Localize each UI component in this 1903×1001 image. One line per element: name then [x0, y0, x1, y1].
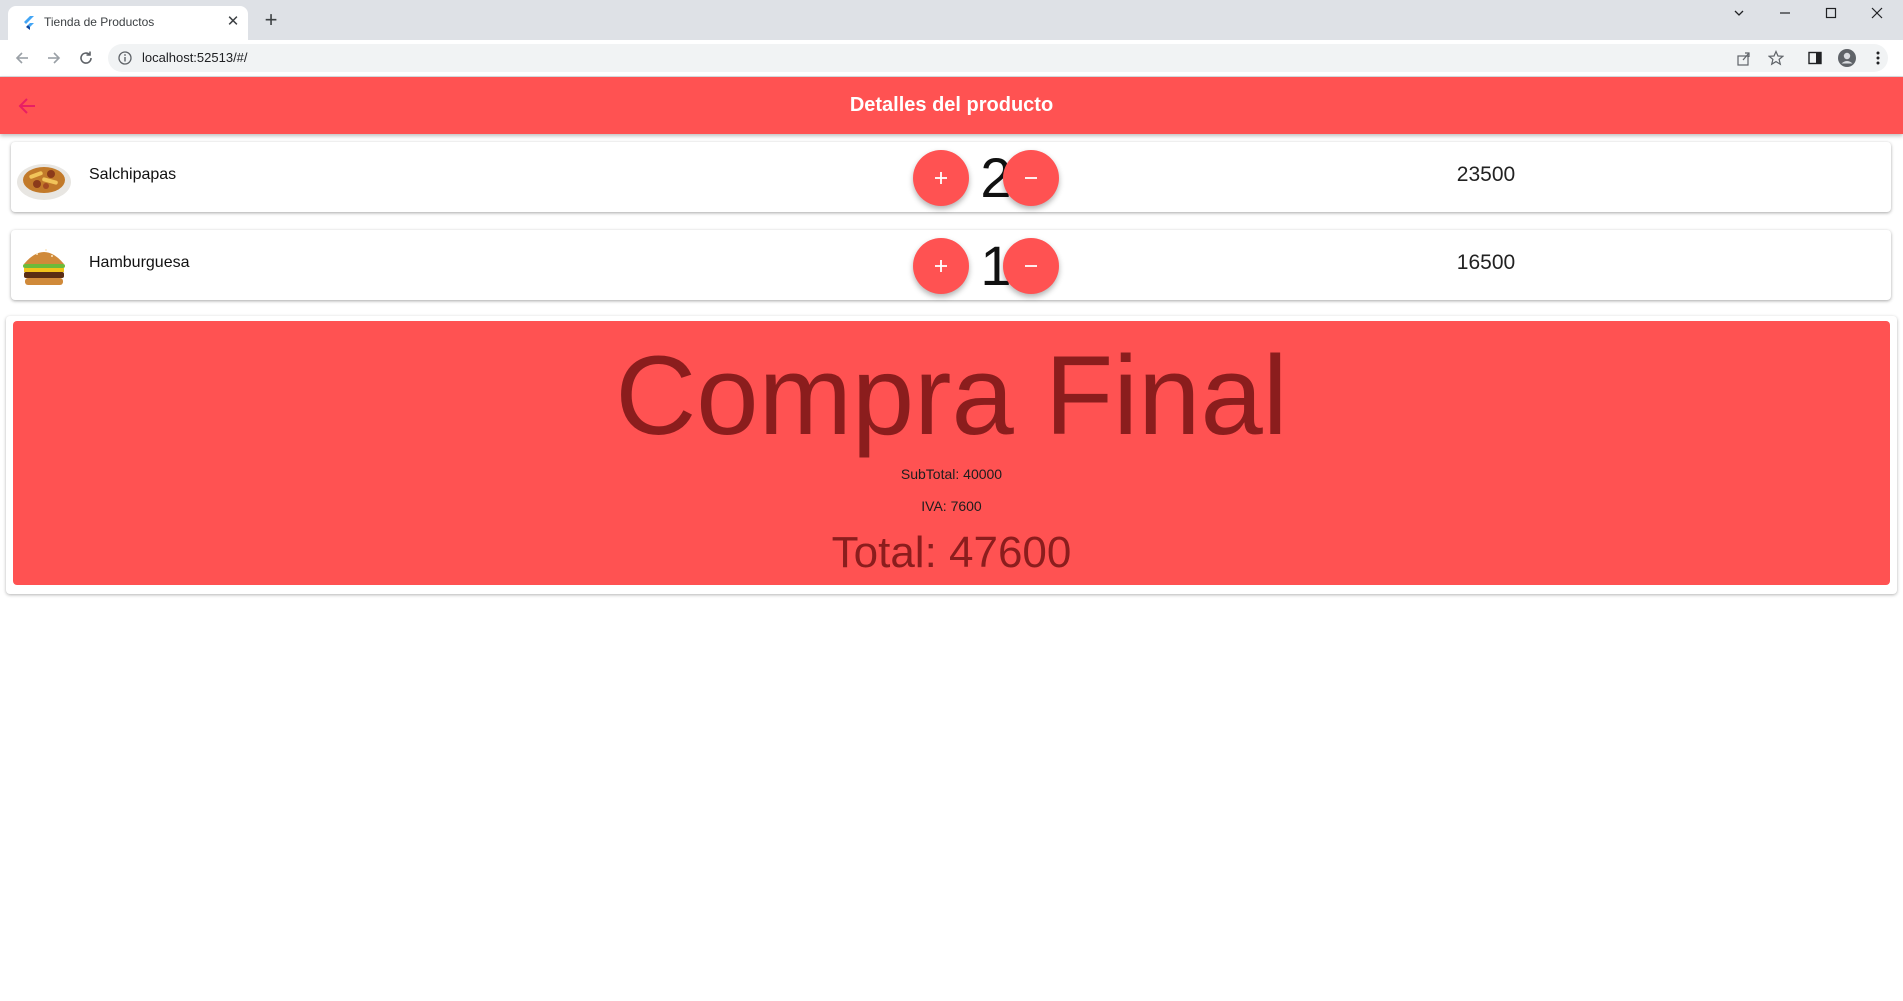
address-bar[interactable]: localhost:52513/#/	[108, 44, 1888, 72]
browser-tab[interactable]: Tienda de Productos ✕	[8, 6, 248, 40]
summary-panel: Compra Final SubTotal: 40000 IVA: 7600 T…	[13, 321, 1890, 585]
reload-icon[interactable]	[74, 46, 98, 70]
remove-quantity-button[interactable]	[1003, 150, 1059, 206]
minus-icon	[1025, 177, 1037, 179]
product-image	[15, 149, 73, 207]
product-price: 23500	[1456, 163, 1516, 186]
cart-item-card: Salchipapas 2 23500	[11, 142, 1891, 212]
bookmark-star-icon[interactable]	[1767, 49, 1785, 67]
page-title: Detalles del producto	[849, 94, 1054, 116]
maximize-icon[interactable]	[1808, 0, 1854, 26]
tab-close-icon[interactable]: ✕	[224, 13, 242, 31]
info-icon[interactable]	[118, 51, 132, 65]
cart-item-card: Hamburguesa 1 16500	[11, 230, 1891, 300]
product-image	[15, 237, 73, 295]
url-text[interactable]: localhost:52513/#/	[142, 50, 248, 65]
back-nav-icon[interactable]	[10, 46, 34, 70]
iva-text: IVA: 7600	[921, 498, 982, 514]
new-tab-button[interactable]: +	[260, 9, 282, 32]
subtotal-text: SubTotal: 40000	[900, 466, 1003, 482]
product-name: Salchipapas	[89, 166, 177, 183]
add-quantity-button[interactable]	[913, 150, 969, 206]
app-bar: Detalles del producto	[0, 77, 1903, 134]
total-text: Total: 47600	[831, 528, 1072, 577]
menu-more-icon[interactable]	[1866, 46, 1890, 70]
plus-icon	[935, 172, 947, 184]
tab-search-icon[interactable]	[1716, 0, 1762, 26]
tab-title: Tienda de Productos	[44, 15, 155, 29]
side-panel-icon[interactable]	[1803, 46, 1827, 70]
product-name: Hamburguesa	[89, 254, 190, 271]
window-close-icon[interactable]	[1854, 0, 1900, 26]
minimize-icon[interactable]	[1762, 0, 1808, 26]
remove-quantity-button[interactable]	[1003, 238, 1059, 294]
flutter-icon	[24, 16, 34, 30]
summary-title: Compra Final	[615, 333, 1288, 458]
product-price: 16500	[1456, 251, 1516, 274]
browser-toolbar: localhost:52513/#/	[0, 40, 1903, 77]
add-quantity-button[interactable]	[913, 238, 969, 294]
minus-icon	[1025, 265, 1037, 267]
profile-avatar-icon[interactable]	[1835, 46, 1859, 70]
browser-tab-strip: Tienda de Productos ✕ +	[0, 0, 1903, 40]
plus-icon	[935, 260, 947, 272]
forward-nav-icon[interactable]	[42, 46, 66, 70]
share-icon[interactable]	[1734, 49, 1752, 67]
